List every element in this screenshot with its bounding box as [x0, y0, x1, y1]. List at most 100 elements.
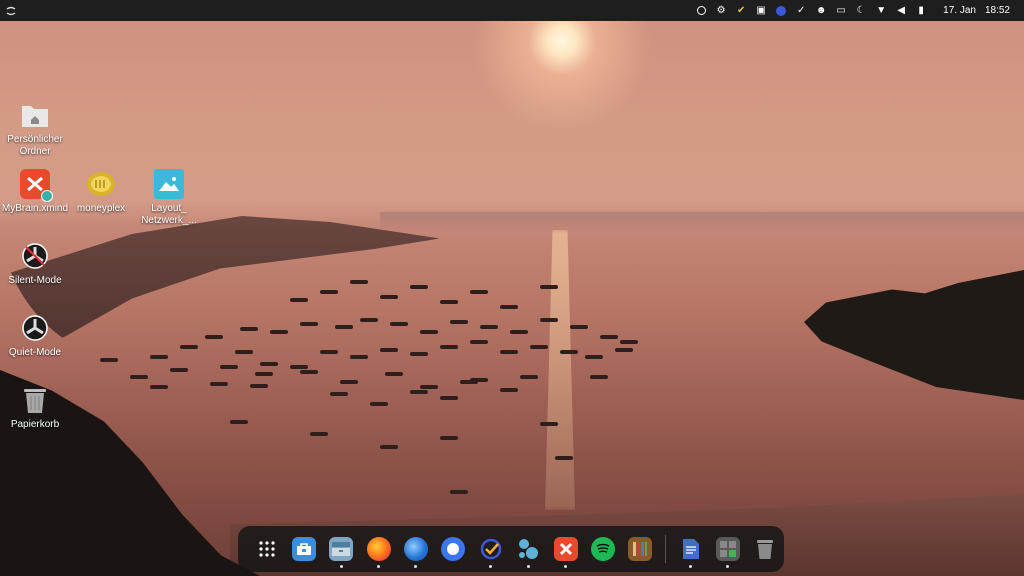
1password-icon[interactable]	[691, 0, 711, 21]
boat	[420, 330, 438, 334]
running-indicator	[563, 565, 567, 568]
boat	[570, 325, 588, 329]
desktop-icon-label: Quiet-Mode	[8, 347, 62, 358]
boat	[360, 318, 378, 322]
signal-icon	[441, 537, 466, 561]
dock-signal[interactable]	[435, 526, 472, 572]
compass-icon[interactable]	[771, 0, 791, 21]
boat	[210, 382, 228, 386]
boat	[235, 350, 253, 354]
clock[interactable]: 17. Jan 18:52	[943, 5, 1010, 16]
dock-bookshelf[interactable]	[622, 526, 659, 572]
boat	[470, 378, 488, 382]
boat	[350, 280, 368, 284]
desktop-icon-label: Papierkorb	[10, 419, 60, 430]
boat	[385, 372, 403, 376]
boat	[555, 456, 573, 460]
boat	[230, 420, 248, 424]
image-file-icon	[154, 169, 184, 199]
document-viewer-icon	[679, 537, 703, 561]
boat	[270, 330, 288, 334]
boat	[540, 318, 558, 322]
nextcloud-talk-icon	[516, 537, 540, 561]
dock	[238, 526, 784, 572]
boat	[410, 390, 428, 394]
desktop-icon-trash[interactable]: Papierkorb	[0, 385, 70, 431]
desktop-icon-mybrain[interactable]: MyBrain.xmind	[0, 169, 70, 215]
screen-cast-icon[interactable]: ▭	[831, 0, 851, 21]
desktop-icon-quiet-mode[interactable]: Quiet-Mode	[0, 313, 70, 359]
check-circle-icon[interactable]: ✓	[791, 0, 811, 21]
firefox-icon	[366, 537, 391, 561]
dock-trash[interactable]	[747, 526, 784, 572]
todo-check-icon[interactable]: ✔	[731, 0, 751, 21]
boat	[500, 305, 518, 309]
volume-icon[interactable]: ◀	[891, 0, 911, 21]
boat	[180, 345, 198, 349]
battery-icon[interactable]: ▮	[911, 0, 931, 21]
boat	[450, 320, 468, 324]
desktop-icon-home-folder[interactable]: Persönlicher Ordner	[0, 100, 70, 158]
boat	[440, 300, 458, 304]
software-store-icon	[292, 537, 317, 561]
dock-calculator[interactable]	[709, 526, 746, 572]
running-indicator	[339, 565, 343, 568]
spotify-icon	[590, 537, 615, 561]
dock-xmind[interactable]	[547, 526, 584, 572]
activities-icon[interactable]	[0, 0, 22, 21]
desktop-icon-moneyplex[interactable]: moneyplex	[66, 169, 136, 215]
dock-separator	[664, 535, 666, 563]
dock-document-viewer[interactable]	[672, 526, 709, 572]
clock-date: 17. Jan	[943, 5, 976, 16]
boat	[600, 335, 618, 339]
trash-icon	[753, 537, 777, 561]
clock-time: 18:52	[984, 5, 1010, 16]
dock-thunderbird[interactable]	[397, 526, 434, 572]
desktop-icon-label: Silent-Mode	[8, 275, 62, 286]
boat	[560, 350, 578, 354]
boat	[615, 348, 633, 352]
running-indicator	[377, 565, 381, 568]
app-grid-icon	[255, 537, 279, 561]
night-light-icon[interactable]: ☾	[851, 0, 871, 21]
desktop-icon-layout-netzwerk[interactable]: Layout_ Netzwerk_...	[134, 169, 204, 227]
dock-software-store[interactable]	[285, 526, 322, 572]
running-indicator	[414, 565, 418, 568]
network-share-icon[interactable]: ⚙	[711, 0, 731, 21]
xmind-icon	[553, 537, 578, 561]
dock-nextcloud-talk[interactable]	[510, 526, 547, 572]
boat	[370, 402, 388, 406]
boat	[320, 350, 338, 354]
boat	[330, 392, 348, 396]
fan-quiet-icon	[20, 313, 50, 343]
boat	[440, 345, 458, 349]
boat	[410, 352, 428, 356]
boat	[250, 384, 268, 388]
dock-app-grid[interactable]	[248, 526, 285, 572]
dock-ticktick[interactable]	[472, 526, 509, 572]
boat	[335, 325, 353, 329]
desktop-icon-silent-mode[interactable]: Silent-Mode	[0, 241, 70, 287]
boat	[390, 322, 408, 326]
boat	[500, 350, 518, 354]
trash-icon	[20, 385, 50, 415]
boat	[340, 380, 358, 384]
boat	[260, 362, 278, 366]
dock-files[interactable]	[323, 526, 360, 572]
calculator-icon	[715, 537, 740, 561]
boat	[100, 358, 118, 362]
boat	[300, 370, 318, 374]
desktop-icon-label: Layout_ Netzwerk_...	[141, 203, 197, 226]
dock-firefox[interactable]	[360, 526, 397, 572]
desktop-icon-label: MyBrain.xmind	[1, 203, 69, 214]
boat	[350, 355, 368, 359]
xmind-file-icon	[20, 169, 53, 202]
desktop-icon-label: Persönlicher Ordner	[7, 134, 63, 157]
dock-spotify[interactable]	[584, 526, 621, 572]
thunderbird-icon	[404, 537, 429, 561]
boat	[240, 327, 258, 331]
boat	[300, 322, 318, 326]
wifi-icon[interactable]: ▼	[871, 0, 891, 21]
face-icon[interactable]: ☻	[811, 0, 831, 21]
image-viewer-icon[interactable]: ▣	[751, 0, 771, 21]
